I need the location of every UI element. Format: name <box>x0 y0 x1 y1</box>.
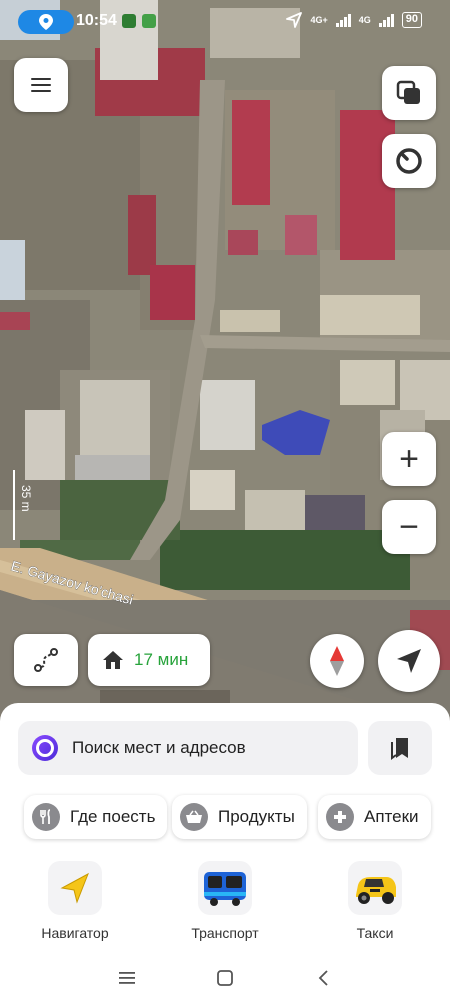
zoom-out-button[interactable]: − <box>382 500 436 554</box>
clock: 10:54 <box>76 12 117 29</box>
call-icon <box>122 14 136 28</box>
hamburger-menu-icon <box>31 78 51 92</box>
search-field[interactable]: Поиск мест и адресов <box>18 721 358 775</box>
plus-icon: + <box>399 440 419 478</box>
location-indicator <box>18 10 74 34</box>
status-icons: 4G+ 4G 90 <box>286 12 422 28</box>
scale-label: 35 m <box>19 485 33 512</box>
home-eta-button[interactable]: 17 мин <box>88 634 210 686</box>
fork-knife-icon <box>32 803 60 831</box>
basket-icon <box>180 803 208 831</box>
layers-icon <box>396 80 420 104</box>
back-chevron-icon <box>318 970 328 986</box>
bus-icon <box>198 861 252 915</box>
menu-button[interactable] <box>14 58 68 112</box>
service-taxi[interactable]: Такси <box>315 861 435 941</box>
navigator-arrow-icon <box>48 861 102 915</box>
compass-button[interactable] <box>310 634 364 688</box>
category-pharmacy[interactable]: Аптеки <box>318 795 431 839</box>
layers-button[interactable] <box>382 66 436 120</box>
my-location-button[interactable] <box>378 630 440 692</box>
category-food[interactable]: Где поесть <box>24 795 168 839</box>
recent-apps-button[interactable] <box>112 963 142 993</box>
minus-icon: − <box>399 508 419 546</box>
navigation-arrow-icon <box>397 649 421 673</box>
service-label: Навигатор <box>41 925 109 941</box>
category-label: Аптеки <box>364 807 419 826</box>
network-label-2: 4G <box>358 15 371 25</box>
location-arrow-icon <box>286 12 303 28</box>
alice-icon[interactable] <box>32 735 58 761</box>
home-icon <box>103 651 123 669</box>
service-label: Такси <box>356 925 394 941</box>
route-button[interactable] <box>14 634 78 686</box>
zoom-in-button[interactable]: + <box>382 432 436 486</box>
bookmarks-icon <box>391 738 408 760</box>
service-label: Транспорт <box>191 925 259 941</box>
search-placeholder: Поиск мест и адресов <box>72 738 246 757</box>
battery-icon: 90 <box>401 12 422 28</box>
compass-icon <box>330 646 344 676</box>
service-navigator[interactable]: Навигатор <box>15 861 135 941</box>
home-button[interactable] <box>210 963 240 993</box>
alice-ring-icon <box>396 148 422 174</box>
notification-icon <box>142 14 156 28</box>
network-label-1: 4G+ <box>310 15 328 25</box>
taxi-car-icon <box>348 861 402 915</box>
services-row: Навигатор Транспорт Такси <box>0 853 450 953</box>
status-bar: 10:54 4G+ 4G 90 <box>0 0 450 42</box>
category-label: Продукты <box>218 807 295 826</box>
signal-icon <box>335 13 351 27</box>
menu-lines-icon <box>119 972 135 984</box>
pharmacy-cross-icon <box>326 803 354 831</box>
bookmarks-button[interactable] <box>368 721 432 775</box>
category-label: Где поесть <box>70 807 156 826</box>
service-transport[interactable]: Транспорт <box>165 861 285 941</box>
route-icon <box>34 648 58 672</box>
category-chips: Где поесть Продукты Аптеки <box>0 787 450 845</box>
eta-label: 17 мин <box>134 650 189 669</box>
location-pin-icon <box>39 14 53 30</box>
category-groceries[interactable]: Продукты <box>172 795 307 839</box>
system-navigation-bar <box>0 955 450 1000</box>
square-icon <box>217 970 233 986</box>
back-button[interactable] <box>308 963 338 993</box>
alice-button[interactable] <box>382 134 436 188</box>
signal-icon-2 <box>378 13 394 27</box>
